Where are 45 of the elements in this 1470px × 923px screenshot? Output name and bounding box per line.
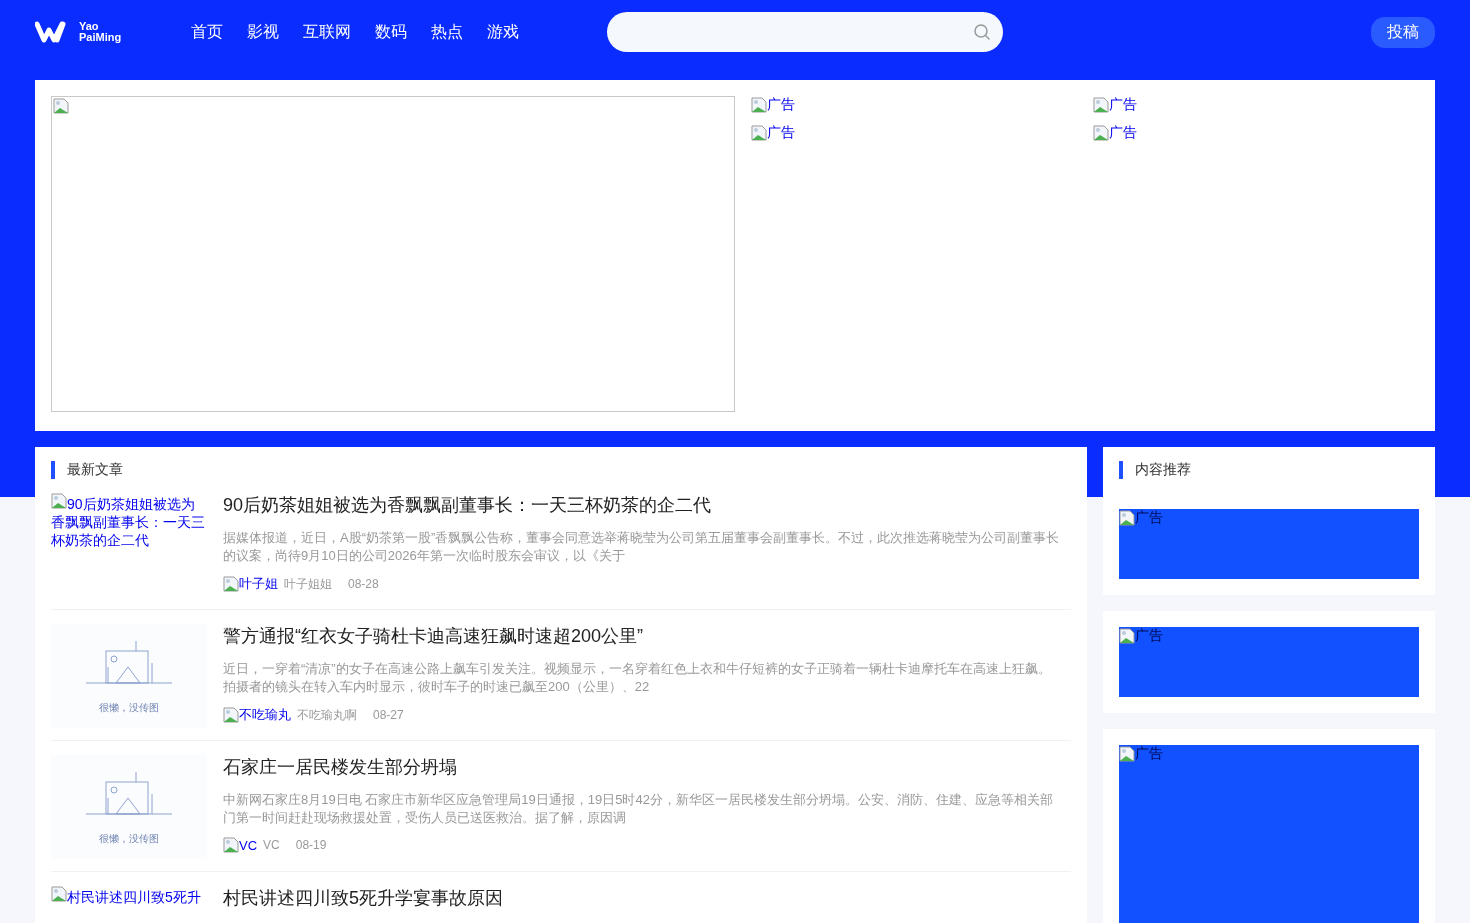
nav-link[interactable]: 互联网 — [291, 21, 363, 43]
broken-image-icon — [751, 97, 767, 113]
broken-image-icon — [1119, 746, 1135, 762]
broken-image-icon — [53, 98, 69, 114]
placeholder-caption: 很懒，没传图 — [99, 701, 159, 715]
ad-link[interactable]: 广告 — [1093, 96, 1137, 114]
ad-link[interactable]: 广告 — [751, 124, 795, 142]
author-avatar-link[interactable]: VC — [223, 837, 258, 853]
broken-image-icon — [1119, 510, 1135, 526]
submit-button[interactable]: 投稿 — [1371, 16, 1435, 48]
article-image-link[interactable]: 90后奶茶姐姐被选为香飘飘副董事长：一天三杯奶茶的企二代 — [51, 493, 207, 549]
nav-link[interactable]: 热点 — [419, 21, 475, 43]
article-date: 08-19 — [295, 838, 327, 852]
article-date: 08-28 — [348, 577, 379, 591]
ad-link[interactable]: 广告 — [1093, 124, 1137, 142]
ad-link[interactable]: 广告 — [751, 96, 795, 114]
logo-text: Yao PaiMing — [79, 21, 122, 43]
section-title: 内容推荐 — [1135, 461, 1191, 479]
section-title: 最新文章 — [67, 461, 123, 479]
broken-image-icon — [1093, 97, 1109, 113]
placeholder-caption: 很懒，没传图 — [99, 832, 159, 846]
nav-link[interactable]: 影视 — [235, 21, 291, 43]
article-date: 08-27 — [373, 708, 404, 722]
article-title[interactable]: 村民讲述四川致5死升学宴事故原因 — [223, 886, 1071, 910]
broken-image-icon — [51, 493, 67, 509]
article-title[interactable]: 石家庄一居民楼发生部分坍塌 — [223, 755, 1071, 779]
broken-image-icon — [223, 707, 239, 723]
author-avatar-link[interactable]: 不吃瑜丸 — [223, 706, 291, 724]
broken-image-icon — [51, 886, 67, 902]
article-image-link[interactable]: 村民讲述四川致5死升 — [51, 886, 207, 906]
article-title[interactable]: 警方通报“红衣女子骑杜卡迪高速狂飙时速超200公里” — [223, 624, 1071, 648]
broken-image-icon — [1093, 125, 1109, 141]
nav-link[interactable]: 数码 — [363, 21, 419, 43]
search-icon[interactable] — [973, 23, 991, 41]
broken-image-icon — [751, 125, 767, 141]
section-marker — [1119, 461, 1123, 479]
section-marker — [51, 461, 55, 479]
nav-link[interactable]: 首页 — [179, 21, 235, 43]
broken-image-icon — [223, 576, 239, 592]
broken-image-icon — [1119, 628, 1135, 644]
broken-image-icon — [223, 837, 239, 853]
article-title[interactable]: 90后奶茶姐姐被选为香飘飘副董事长：一天三杯奶茶的企二代 — [223, 493, 1071, 517]
search-field[interactable] — [607, 12, 1003, 52]
nav-link[interactable]: 游戏 — [475, 21, 531, 43]
author-avatar-link[interactable]: 叶子姐 — [223, 575, 278, 593]
